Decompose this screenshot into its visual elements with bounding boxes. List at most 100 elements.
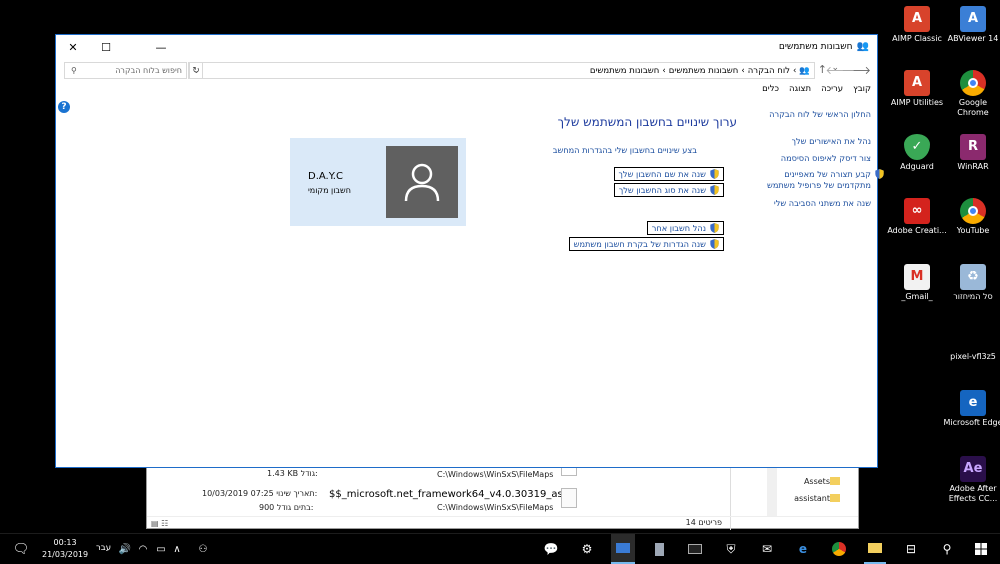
desktop: A AIMP Classic A ABViewer 14 A AIMP Util… [0, 0, 1000, 533]
advanced-profile-link-line2[interactable]: מתקדמים של פרופיל משתמש [767, 180, 871, 191]
address-row: 🡒 🡐 ⌄ ↑ 👥 › לוח הבקרה › חשבונות משתמשים … [56, 61, 877, 81]
desktop-icon-youtube[interactable]: YouTube [942, 198, 1000, 236]
menu-edit[interactable]: עריכה [821, 84, 843, 94]
control-panel-icon: 👥 [799, 65, 810, 76]
desktop-icon-label: pixel-vfl3z5 [950, 352, 996, 361]
mail-icon[interactable]: ✉ [756, 534, 778, 564]
desktop-icon-abviewer[interactable]: A ABViewer 14 [942, 6, 1000, 44]
people-icon[interactable]: ⚇ [196, 534, 210, 564]
desktop-icon-aimp-utilities[interactable]: A AIMP Utilities [886, 70, 948, 108]
desktop-icon-recycle-bin[interactable]: ♻ סל המיחזור [942, 264, 1000, 302]
archive-icon[interactable] [648, 534, 670, 564]
search-placeholder: חיפוש בלוח הבקרה [115, 66, 182, 75]
desktop-icon-label: Google Chrome [957, 98, 989, 117]
desktop-icon-pixel[interactable]: pixel-vfl3z5 [942, 352, 1000, 362]
breadcrumb-user-accounts[interactable]: חשבונות משתמשים [669, 66, 739, 76]
uac-settings-link[interactable]: שנה הגדרות של בקרת חשבון משתמש [568, 237, 724, 251]
nav-item-assets[interactable]: Assets [804, 477, 830, 486]
adguard-icon: ✓ [904, 134, 930, 160]
menu-bar: קובץ עריכה תצוגה כלים [762, 84, 871, 94]
window-title: 👥 חשבונות משתמשים [779, 41, 869, 52]
menu-tools[interactable]: כלים [762, 84, 779, 94]
password-reset-disk-link[interactable]: צור דיסק לאיפוס הסיסמה [781, 153, 871, 164]
show-hidden-icons-icon[interactable]: ∧ [170, 534, 184, 564]
abviewer-icon: A [960, 6, 986, 32]
winrar-icon: R [960, 134, 986, 160]
refresh-button[interactable]: ↻ [189, 62, 203, 79]
explorer-window[interactable]: 1.43 KB גודל: C:\Windows\WinSxS\FileMaps… [146, 466, 859, 530]
edge-taskbar-icon[interactable]: e [792, 534, 814, 564]
explorer-statusbar: 14 פריטים ▤ ☷ [147, 516, 858, 528]
start-windows-icon[interactable] [970, 534, 992, 564]
manage-another-account-link[interactable]: נהל חשבון אחר [646, 221, 724, 235]
uac-shield-icon [710, 223, 719, 233]
desktop-icon-label: AIMP Classic [892, 34, 942, 43]
recent-locations-icon[interactable]: ⌄ [831, 63, 839, 73]
maximize-button[interactable]: ☐ [89, 37, 123, 57]
desktop-icon-gmail[interactable]: M _Gmail_ [886, 264, 948, 302]
action-center-icon[interactable]: 🗨 [10, 534, 32, 564]
gmail-icon: M [904, 264, 930, 290]
control-panel-taskbar-icon[interactable] [611, 534, 635, 564]
desktop-icon-google-chrome[interactable]: Google Chrome [942, 70, 1000, 118]
task-label: שנה את שם החשבון שלך [618, 169, 706, 179]
close-button[interactable]: ✕ [56, 37, 90, 57]
desktop-icon-label: ABViewer 14 [947, 34, 999, 43]
task-label: שנה הגדרות של בקרת חשבון משתמש [573, 239, 706, 249]
menu-file[interactable]: קובץ [853, 84, 871, 94]
desktop-icon-after-effects[interactable]: Ae Adobe After Effects CC... [942, 456, 1000, 504]
nav-item-assistant[interactable]: assistant [794, 494, 830, 503]
breadcrumb-control-panel[interactable]: לוח הבקרה [748, 66, 790, 76]
desktop-icon-adobe-creative-cloud[interactable]: ∞ Adobe Creati... [886, 198, 948, 236]
wifi-icon[interactable]: ◠ [136, 534, 150, 564]
users-icon: 👥 [856, 41, 869, 52]
recycle-bin-icon: ♻ [960, 264, 986, 290]
uac-shield-icon [875, 169, 884, 179]
desktop-icon-label: Adobe Creati... [887, 226, 947, 235]
folder-icon [830, 494, 840, 502]
forward-arrow-icon[interactable]: 🡐 [826, 63, 856, 77]
file-name[interactable]: $$_microsoft.net_framework64_v4.0.30319_… [329, 489, 572, 500]
avatar[interactable] [386, 146, 458, 218]
clock-time: 00:13 [53, 538, 77, 547]
environment-variables-link[interactable]: שנה את משתני הסביבה שלי [774, 198, 871, 209]
menu-view[interactable]: תצוגה [789, 84, 811, 94]
language-indicator[interactable]: עבר [96, 543, 111, 553]
volume-icon[interactable]: 🔊 [118, 534, 132, 564]
item-count: 14 פריטים [685, 518, 722, 527]
clock[interactable]: 00:13 21/03/2019 [42, 537, 88, 561]
up-arrow-icon[interactable]: ↑ [818, 63, 827, 76]
search-icon[interactable]: ⚲ [936, 534, 958, 564]
breadcrumb-sep: › [793, 65, 797, 76]
advanced-profile-link[interactable]: קבע תצורה של מאפיינים [784, 169, 871, 180]
view-toggle-icon[interactable]: ▤ ☷ [151, 519, 168, 528]
desktop-icon-label: AIMP Utilities [890, 98, 944, 107]
manage-credentials-link[interactable]: נהל את האישורים שלך [792, 136, 871, 147]
file-icon [561, 488, 577, 508]
address-bar[interactable]: 👥 › לוח הבקרה › חשבונות משתמשים › חשבונו… [188, 62, 815, 79]
help-icon[interactable]: ? [58, 101, 70, 113]
task-view-icon[interactable]: ⊟ [900, 534, 922, 564]
minimize-button[interactable]: — [144, 37, 178, 57]
desktop-icon-adguard[interactable]: ✓ Adguard [886, 134, 948, 172]
file-explorer-icon[interactable] [864, 534, 886, 564]
breadcrumb-user-accounts-current[interactable]: חשבונות משתמשים [590, 66, 660, 76]
desktop-icon-microsoft-edge[interactable]: e Microsoft Edge [942, 390, 1000, 428]
change-account-name-link[interactable]: שנה את שם החשבון שלך [613, 167, 724, 181]
desktop-icon-aimp-classic[interactable]: A AIMP Classic [886, 6, 948, 44]
control-panel-home-link[interactable]: החלון הראשי של לוח הבקרה [769, 109, 871, 120]
desktop-icon-label: Adguard [900, 162, 934, 171]
feedback-hub-icon[interactable]: 💬 [540, 534, 562, 564]
windows-security-icon[interactable]: ⛨ [720, 534, 742, 564]
pc-settings-link[interactable]: בצע שינויים בחשבון שלי בהגדרות המחשב [553, 145, 697, 155]
task-label: שנה את סוג החשבון שלך [618, 185, 706, 195]
terminal-icon[interactable] [684, 534, 706, 564]
advanced-profile-link-line1: קבע תצורה של מאפיינים [784, 169, 871, 179]
battery-icon[interactable]: ▭ [154, 534, 168, 564]
change-account-type-link[interactable]: שנה את סוג החשבון שלך [613, 183, 724, 197]
search-input[interactable]: חיפוש בלוח הבקרה ⚲ [64, 62, 187, 79]
title-bar[interactable]: 👥 חשבונות משתמשים — ☐ ✕ [56, 35, 877, 59]
chrome-taskbar-icon[interactable] [828, 534, 850, 564]
settings-gear-icon[interactable]: ⚙ [576, 534, 598, 564]
desktop-icon-winrar[interactable]: R WinRAR [942, 134, 1000, 172]
